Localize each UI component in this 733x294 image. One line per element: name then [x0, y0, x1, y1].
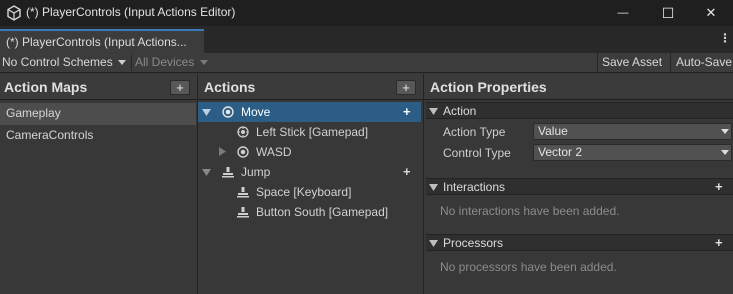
- expand-arrow-icon[interactable]: [202, 168, 211, 177]
- button-binding-icon: [237, 187, 249, 198]
- expand-arrow-icon[interactable]: [202, 108, 211, 117]
- interactions-label: Interactions: [443, 180, 506, 194]
- section-expand-icon[interactable]: [429, 107, 438, 116]
- action-map-label: Gameplay: [6, 106, 61, 120]
- toolbar-divider: [131, 55, 132, 71]
- control-type-dropdown[interactable]: Vector 2: [533, 144, 732, 161]
- action-type-dropdown[interactable]: Value: [533, 123, 732, 140]
- button-action-icon: [222, 167, 234, 178]
- window-title: (*) PlayerControls (Input Actions Editor…: [26, 5, 236, 19]
- processors-empty-text: No processors have been added.: [440, 260, 617, 274]
- action-section-label: Action: [443, 104, 477, 118]
- action-map-item-cameracontrols[interactable]: CameraControls: [0, 125, 196, 147]
- section-expand-icon[interactable]: [429, 239, 438, 248]
- value-action-icon: [222, 106, 234, 118]
- add-action-map-button[interactable]: +: [170, 80, 190, 95]
- binding-label-space: Space [Keyboard]: [256, 185, 352, 199]
- document-tab[interactable]: (*) PlayerControls (Input Actions...: [0, 29, 204, 53]
- actions-title: Actions: [204, 79, 256, 95]
- action-properties-title: Action Properties: [430, 79, 547, 95]
- action-maps-title: Action Maps: [4, 79, 88, 95]
- composite-label-wasd: WASD: [256, 145, 292, 159]
- close-icon: ✕: [705, 5, 717, 20]
- section-expand-icon[interactable]: [429, 183, 438, 192]
- button-binding-icon: [237, 207, 249, 218]
- control-schemes-label: No Control Schemes: [2, 55, 113, 69]
- devices-label: All Devices: [135, 55, 195, 69]
- action-type-label: Action Type: [443, 125, 506, 139]
- interactions-empty-text: No interactions have been added.: [440, 204, 620, 218]
- action-type-value: Value: [538, 124, 568, 138]
- save-asset-button[interactable]: Save Asset: [597, 53, 667, 73]
- action-label-move: Move: [241, 105, 271, 119]
- binding-label-button-south: Button South [Gamepad]: [256, 205, 389, 219]
- auto-save-toggle[interactable]: Auto-Save: [670, 53, 733, 73]
- control-type-label: Control Type: [443, 146, 511, 160]
- devices-dropdown[interactable]: All Devices: [135, 53, 215, 73]
- minimize-button[interactable]: —: [601, 0, 645, 26]
- add-binding-icon[interactable]: +: [403, 164, 411, 179]
- processors-label: Processors: [443, 236, 504, 250]
- add-action-button[interactable]: +: [396, 80, 416, 95]
- dropdown-arrow-icon: [721, 129, 729, 134]
- document-tab-label: (*) PlayerControls (Input Actions...: [6, 35, 187, 49]
- minimize-icon: —: [617, 7, 629, 19]
- dropdown-arrow-icon: [721, 150, 729, 155]
- action-label-jump: Jump: [241, 165, 271, 179]
- binding-label-left-stick: Left Stick [Gamepad]: [256, 125, 369, 139]
- add-binding-icon[interactable]: +: [403, 104, 411, 119]
- composite-row-wasd[interactable]: [198, 142, 421, 162]
- control-type-value: Vector 2: [538, 145, 583, 159]
- add-interaction-button[interactable]: +: [715, 179, 723, 194]
- composite-binding-icon: [237, 146, 249, 158]
- maximize-icon: ☐: [661, 4, 675, 21]
- maximize-button[interactable]: ☐: [646, 0, 690, 26]
- panel-divider: [423, 74, 424, 294]
- add-processor-button[interactable]: +: [715, 235, 723, 250]
- action-map-item-gameplay[interactable]: Gameplay: [0, 103, 196, 125]
- unity-app-icon: [7, 5, 21, 21]
- control-schemes-dropdown[interactable]: No Control Schemes: [2, 53, 130, 73]
- stick-binding-icon: [237, 126, 249, 138]
- close-button[interactable]: ✕: [689, 0, 733, 26]
- dropdown-arrow-icon: [199, 60, 208, 65]
- dropdown-arrow-icon: [118, 60, 127, 65]
- action-map-label: CameraControls: [6, 128, 94, 142]
- collapsed-arrow-icon[interactable]: [218, 147, 227, 156]
- tab-menu-icon[interactable]: ⋮: [719, 31, 731, 49]
